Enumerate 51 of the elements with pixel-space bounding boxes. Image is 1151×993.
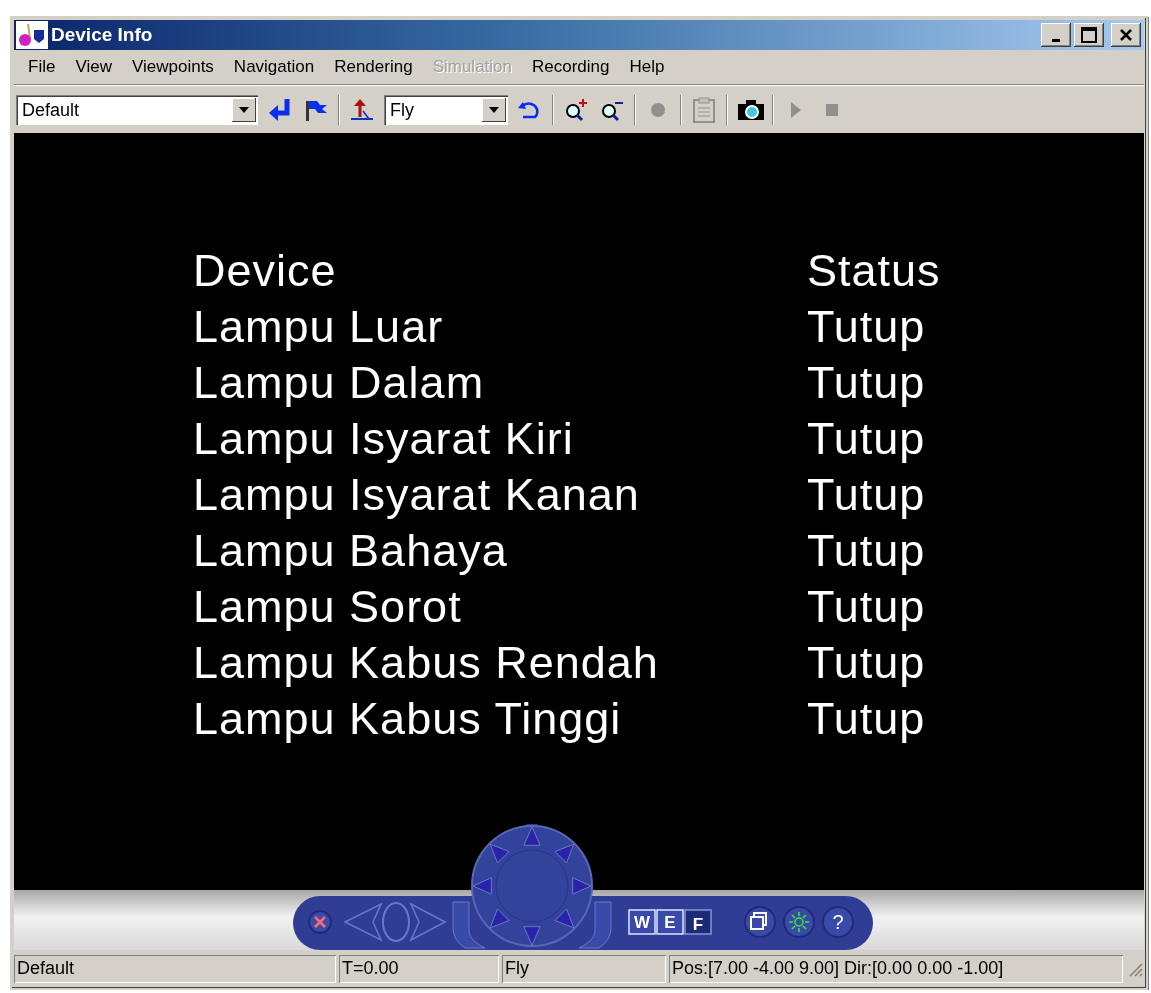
menu-item[interactable]: File bbox=[18, 57, 66, 77]
device-status: Tutup bbox=[807, 637, 927, 688]
help-button[interactable]: ? bbox=[822, 906, 854, 938]
status-field: Pos:[7.00 -4.00 9.00] Dir:[0.00 0.00 -1.00] bbox=[669, 955, 1123, 983]
device-name: Lampu Isyarat Kiri bbox=[193, 413, 575, 464]
caret-icon bbox=[489, 107, 499, 113]
status-field: Fly bbox=[502, 955, 666, 983]
dropdown-button[interactable] bbox=[232, 98, 256, 122]
device-status: Tutup bbox=[807, 413, 927, 464]
close-button[interactable] bbox=[1111, 23, 1141, 47]
device-status: Tutup bbox=[807, 525, 927, 576]
device-status: Tutup bbox=[807, 581, 927, 632]
minimize-icon bbox=[1052, 38, 1060, 42]
device-name: Lampu Bahaya bbox=[193, 525, 509, 576]
menu-item[interactable]: Help bbox=[619, 57, 675, 77]
clipboard-icon[interactable] bbox=[690, 95, 718, 125]
status-field: Default bbox=[14, 955, 336, 983]
menu-item[interactable]: Rendering bbox=[324, 57, 423, 77]
viewpoint-dropdown[interactable]: Default bbox=[16, 95, 258, 125]
device-name: Lampu Dalam bbox=[193, 357, 486, 408]
app-icon bbox=[16, 21, 48, 49]
navigation-dial[interactable] bbox=[471, 825, 593, 947]
menu-item[interactable]: View bbox=[65, 57, 122, 77]
device-status: Tutup bbox=[807, 357, 927, 408]
device-status: Tutup bbox=[807, 693, 927, 744]
status-field: T=0.00 bbox=[339, 955, 499, 983]
view-button[interactable]: F bbox=[684, 909, 712, 935]
device-name: Lampu Kabus Rendah bbox=[193, 637, 660, 688]
device-status: Tutup bbox=[807, 469, 927, 520]
device-name: Lampu Luar bbox=[193, 301, 445, 352]
dropdown-button[interactable] bbox=[482, 98, 506, 122]
maximize-icon bbox=[1081, 27, 1097, 43]
minimize-button[interactable] bbox=[1041, 23, 1071, 47]
caret-icon bbox=[239, 107, 249, 113]
menu-item[interactable]: Recording bbox=[522, 57, 620, 77]
device-name: Lampu Kabus Tinggi bbox=[193, 693, 623, 744]
light-icon[interactable] bbox=[783, 906, 815, 938]
device-status: Tutup bbox=[807, 301, 927, 352]
window-title: Device Info bbox=[51, 24, 154, 46]
mode-dropdown[interactable]: Fly bbox=[384, 95, 508, 125]
view-button[interactable]: E bbox=[656, 909, 684, 935]
close-icon bbox=[1119, 28, 1133, 42]
column-header: Device bbox=[193, 245, 338, 296]
view-button[interactable]: W bbox=[628, 909, 656, 935]
device-name: Lampu Isyarat Kanan bbox=[193, 469, 641, 520]
column-header: Status bbox=[807, 245, 942, 296]
window-icon[interactable] bbox=[744, 906, 776, 938]
device-name: Lampu Sorot bbox=[193, 581, 463, 632]
menu-item[interactable]: Navigation bbox=[223, 57, 325, 77]
maximize-button[interactable] bbox=[1074, 23, 1104, 47]
menu-item[interactable]: Viewpoints bbox=[121, 57, 224, 77]
